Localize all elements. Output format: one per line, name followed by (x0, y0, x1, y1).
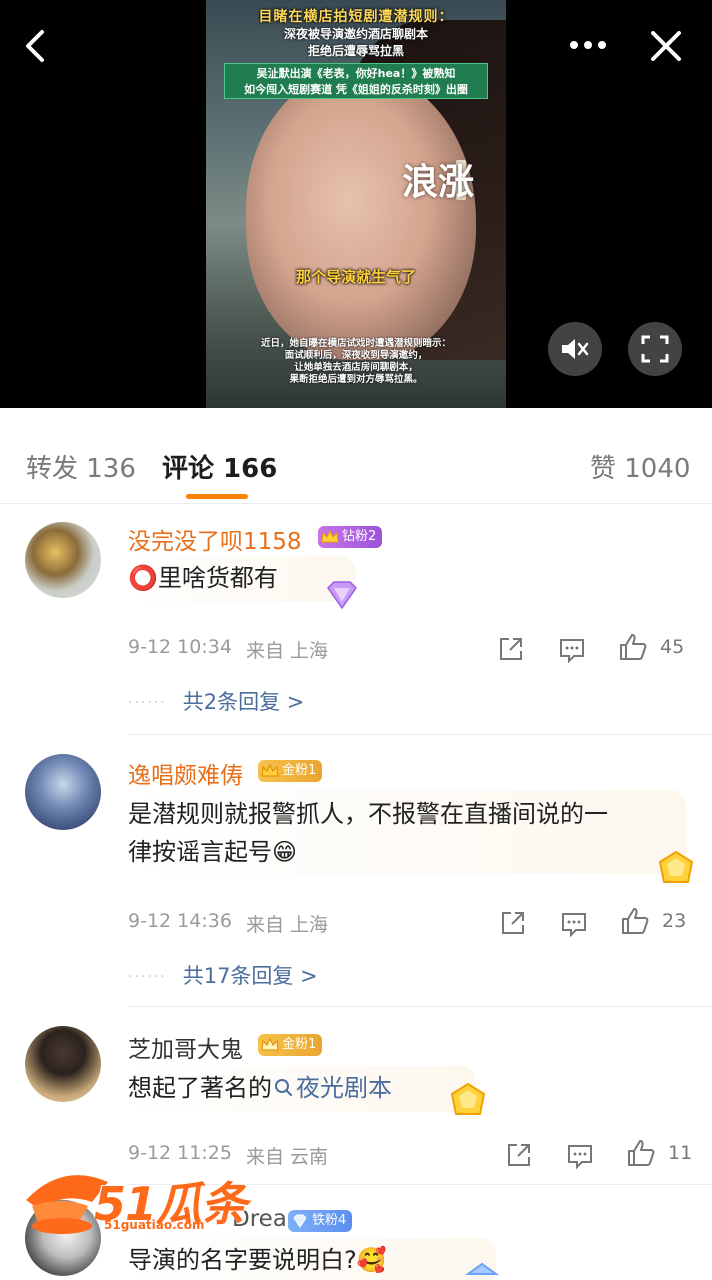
fan-badge: 金粉1 (258, 760, 323, 782)
replies-label[interactable]: 共2条回复 > (183, 690, 305, 714)
crown-icon (261, 1037, 279, 1051)
thumbs-up-icon[interactable] (620, 906, 650, 936)
comment-text-line1: 是潜规则就报警抓人，不报警在直播间说的一 (128, 800, 608, 828)
close-button[interactable] (644, 24, 688, 68)
video-caption-line1: 近日，她自曝在横店试戏时遭遇潜规则暗示： (260, 338, 451, 349)
tab-active-indicator (186, 494, 248, 499)
fan-badge-label: 金粉1 (282, 1037, 317, 1052)
video-title-line3: 拒绝后遭辱骂拉黑 (307, 44, 404, 58)
comment-location: 来自 上海 (246, 640, 329, 662)
avatar[interactable] (25, 754, 101, 830)
comment-icon[interactable] (565, 1140, 595, 1170)
comment-time: 9-12 11:25 (128, 1142, 232, 1164)
replies-dots: ······ (128, 969, 167, 985)
video-info-line1: 吴沚默出演《老表，你好hea！》被熟知 (256, 67, 456, 80)
video-caption-line3: 让她单独去酒店房间聊剧本， (294, 362, 418, 373)
more-button[interactable] (566, 28, 610, 62)
fan-badge: 铁粉4 (288, 1210, 353, 1232)
tab-like[interactable]: 赞 1040 (590, 448, 690, 485)
comment-time: 9-12 10:34 (128, 636, 232, 658)
video-logo: 浪涨 (402, 161, 475, 203)
video-player[interactable]: 目睹在横店拍短剧遭潜规则： 深夜被导演邀约酒店聊剧本 拒绝后遭辱骂拉黑 吴沚默出… (0, 0, 712, 408)
view-replies-link[interactable]: ······ 共2条回复 > (128, 686, 304, 716)
share-icon[interactable] (498, 908, 528, 938)
comment-icon[interactable] (557, 634, 587, 664)
comment-text-line2: 律按谣言起号😁 (128, 838, 298, 866)
comment-text: ⭕里啥货都有 (128, 564, 278, 592)
video-title-line1: 目睹在横店拍短剧遭潜规则： (258, 9, 454, 25)
video-caption-line4: 果断拒绝后遭到对方辱骂拉黑。 (289, 374, 423, 385)
search-icon (275, 1079, 292, 1096)
video-info-line2: 如今闯入短剧赛道 凭《姐姐的反杀时刻》出圈 (244, 83, 468, 96)
video-subtitle: 那个导演就生气了 (295, 268, 416, 286)
fullscreen-button[interactable] (628, 322, 682, 376)
diamond-decoration-icon (327, 581, 357, 610)
chevron-left-icon (26, 30, 44, 62)
crown-icon (261, 763, 279, 777)
divider (128, 734, 712, 735)
more-dots-icon (570, 41, 606, 49)
avatar[interactable] (25, 522, 101, 598)
comment-icon[interactable] (559, 908, 589, 938)
comment-text-prefix: 想起了著名的 (128, 1074, 272, 1102)
gem-decoration-icon (464, 1262, 500, 1275)
like-count: 23 (662, 910, 687, 932)
view-replies-link[interactable]: ······ 共17条回复 > (128, 960, 318, 990)
search-topic-link[interactable]: 夜光剧本 (272, 1074, 392, 1102)
tab-repost[interactable]: 转发 136 (26, 448, 136, 485)
comment-time: 9-12 14:36 (128, 910, 232, 932)
mute-button[interactable] (548, 322, 602, 376)
tab-bar: 转发 136 评论 166 赞 1040 (0, 408, 712, 504)
avatar[interactable] (25, 1026, 101, 1102)
like-count: 45 (660, 636, 685, 658)
video-title-line2: 深夜被导演邀约酒店聊剧本 (283, 27, 428, 41)
gold-gem-decoration-icon (450, 1082, 486, 1115)
diamond-icon (293, 1214, 307, 1228)
comment-text: 导演的名字要说明白?🥰 (128, 1246, 387, 1274)
tab-comment[interactable]: 评论 166 (162, 448, 277, 485)
fan-badge-label: 钻粉2 (342, 529, 377, 544)
share-icon[interactable] (496, 634, 526, 664)
fan-badge: 金粉1 (258, 1034, 323, 1056)
video-caption-line2: 面试顺利后，深夜收到导演邀约， (284, 350, 428, 361)
gold-gem-decoration-icon (658, 850, 694, 883)
divider (128, 1006, 712, 1007)
thumbs-up-icon[interactable] (626, 1138, 656, 1168)
video-frame[interactable]: 目睹在横店拍短剧遭潜规则： 深夜被导演邀约酒店聊剧本 拒绝后遭辱骂拉黑 吴沚默出… (206, 0, 506, 408)
close-icon (651, 31, 681, 61)
thumbs-up-icon[interactable] (618, 632, 648, 662)
comment-username[interactable]: 芝加哥大鬼 (128, 1030, 243, 1064)
fan-badge-label: 金粉1 (282, 763, 317, 778)
like-count: 11 (668, 1142, 693, 1164)
fullscreen-icon (641, 335, 669, 363)
comment-username[interactable]: 没完没了呗1158 (128, 522, 302, 556)
back-button[interactable] (18, 24, 58, 68)
video-caption: 近日，她自曝在横店试戏时遭遇潜规则暗示： 面试顺利后，深夜收到导演邀约， 让她单… (236, 338, 476, 386)
replies-label[interactable]: 共17条回复 > (183, 964, 318, 988)
comment-location: 来自 上海 (246, 914, 329, 936)
comment-username[interactable]: 逸唱颇难俦 (128, 756, 243, 790)
crown-icon (321, 529, 339, 543)
comment-text: 想起了著名的 夜光剧本 (128, 1070, 392, 1106)
video-info-box: 吴沚默出演《老表，你好hea！》被熟知 如今闯入短剧赛道 凭《姐姐的反杀时刻》出… (224, 63, 488, 99)
share-icon[interactable] (504, 1140, 534, 1170)
speaker-muted-icon (562, 339, 589, 359)
watermark-url: 51guatiao.com (104, 1218, 205, 1232)
fan-badge-label: 铁粉4 (312, 1213, 347, 1228)
replies-dots: ······ (128, 695, 167, 711)
search-topic-label[interactable]: 夜光剧本 (296, 1074, 392, 1102)
fan-badge: 钻粉2 (318, 526, 383, 548)
